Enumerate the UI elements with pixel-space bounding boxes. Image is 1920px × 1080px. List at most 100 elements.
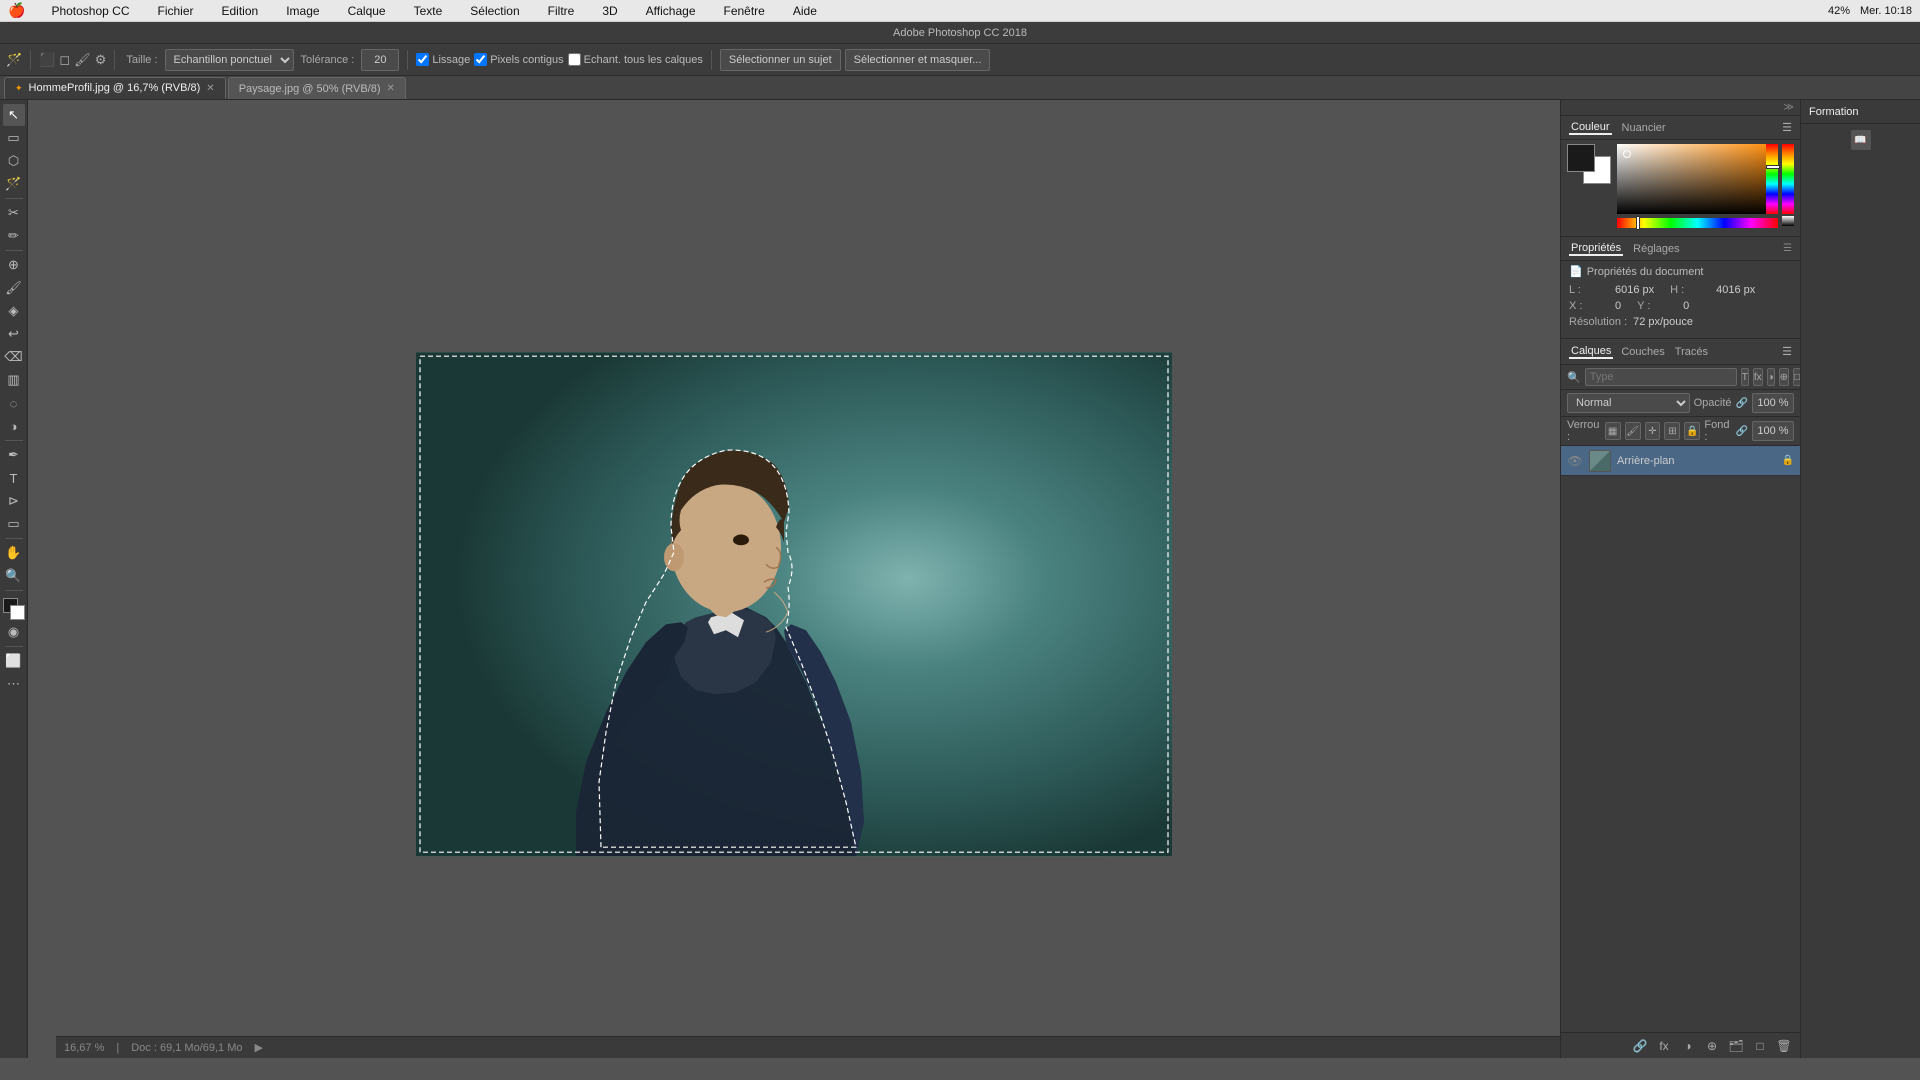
menu-edition[interactable]: Edition	[216, 4, 265, 18]
menu-aide[interactable]: Aide	[787, 4, 823, 18]
document-canvas[interactable]	[416, 352, 1172, 856]
formation-icon-1[interactable]: 📖	[1851, 130, 1871, 150]
foreground-background-colors[interactable]	[3, 598, 25, 620]
lissage-checkbox[interactable]	[416, 53, 429, 66]
lissage-checkbox-label[interactable]: Lissage	[416, 53, 470, 66]
layer-mask-btn[interactable]: ◑	[1678, 1036, 1698, 1056]
select-subject-button[interactable]: Sélectionner un sujet	[720, 49, 841, 71]
canvas-area[interactable]: 16,67 % | Doc : 69,1 Mo/69,1 Mo ▶	[28, 100, 1560, 1058]
tab-nuancier[interactable]: Nuancier	[1620, 122, 1668, 134]
echant-calques-checkbox[interactable]	[568, 53, 581, 66]
lock-pixels-btn[interactable]: 🖌	[1625, 422, 1641, 440]
layer-filter-adj-btn[interactable]: ◑	[1767, 368, 1775, 386]
menu-calque[interactable]: Calque	[342, 4, 392, 18]
zoom-tool[interactable]: 🔍	[3, 565, 25, 587]
tab-proprietes[interactable]: Propriétés	[1569, 242, 1623, 256]
menu-texte[interactable]: Texte	[408, 4, 449, 18]
color-gradient[interactable]	[1617, 144, 1778, 214]
tab-paysage[interactable]: Paysage.jpg @ 50% (RVB/8) ✕	[228, 77, 406, 99]
tab-close-paysage[interactable]: ✕	[387, 83, 395, 94]
heal-tool[interactable]: ⊕	[3, 254, 25, 276]
gradient-tool[interactable]: ▥	[3, 369, 25, 391]
history-brush-tool[interactable]: ↩	[3, 323, 25, 345]
tab-couches[interactable]: Couches	[1619, 346, 1666, 358]
echant-calques-label[interactable]: Echant. tous les calques	[568, 53, 703, 66]
crop-tool[interactable]: ✂	[3, 202, 25, 224]
color-panel-options[interactable]: ☰	[1782, 121, 1792, 134]
layer-visibility-toggle[interactable]: 👁	[1567, 454, 1583, 468]
dodge-tool[interactable]: ◑	[3, 415, 25, 437]
menu-fichier[interactable]: Fichier	[151, 4, 199, 18]
menu-image[interactable]: Image	[280, 4, 325, 18]
background-color[interactable]	[10, 605, 25, 620]
lock-artboard-btn[interactable]: ⊞	[1664, 422, 1680, 440]
type-tool[interactable]: T	[3, 467, 25, 489]
eyedropper-tool[interactable]: ✏	[3, 225, 25, 247]
spectrum-strip[interactable]	[1782, 144, 1794, 214]
tab-reglages[interactable]: Réglages	[1631, 243, 1681, 255]
tab-traces[interactable]: Tracés	[1673, 346, 1710, 358]
properties-options[interactable]: ☰	[1783, 243, 1792, 254]
layer-item-arriere-plan[interactable]: 👁 Arrière-plan 🔒	[1561, 446, 1800, 476]
menu-selection[interactable]: Sélection	[464, 4, 525, 18]
tab-homme-profil[interactable]: ✦ HommeProfil.jpg @ 16,7% (RVB/8) ✕	[4, 77, 226, 99]
color-panel-body	[1561, 140, 1800, 236]
layer-filter-fx-btn[interactable]: fx	[1753, 368, 1763, 386]
layer-fx-btn[interactable]: fx	[1654, 1036, 1674, 1056]
apple-menu[interactable]: 🍎	[8, 2, 25, 19]
tolerance-input[interactable]	[361, 49, 399, 71]
layer-search-input[interactable]	[1585, 368, 1737, 386]
lock-transparent-btn[interactable]: ▦	[1605, 422, 1621, 440]
layer-link-btn[interactable]: 🔗	[1630, 1036, 1650, 1056]
tab-modified-indicator: ✦	[15, 83, 23, 94]
screen-mode-tool[interactable]: ⬜	[3, 650, 25, 672]
mac-status-bar: 42% Mer. 10:18	[1828, 5, 1912, 17]
hand-tool[interactable]: ✋	[3, 542, 25, 564]
eraser-tool[interactable]: ⌫	[3, 346, 25, 368]
move-tool[interactable]: ↖	[3, 104, 25, 126]
extra-tools[interactable]: ⋯	[3, 673, 25, 695]
select-mask-button[interactable]: Sélectionner et masquer...	[845, 49, 991, 71]
panel-collapse-button[interactable]: ≫	[1784, 102, 1794, 113]
layer-new-btn[interactable]: □	[1750, 1036, 1770, 1056]
layer-bottom-toolbar: 🔗 fx ◑ ⊕ 🗂 □ 🗑	[1561, 1032, 1800, 1058]
tab-couleur[interactable]: Couleur	[1569, 121, 1612, 135]
layer-delete-btn[interactable]: 🗑	[1774, 1036, 1794, 1056]
lock-position-btn[interactable]: ✛	[1645, 422, 1661, 440]
saturation-bar[interactable]	[1766, 144, 1778, 214]
hue-bar[interactable]	[1617, 218, 1778, 228]
quick-mask-tool[interactable]: ◉	[3, 621, 25, 643]
layers-panel-options[interactable]: ☰	[1782, 345, 1792, 358]
blend-mode-select[interactable]: Normal	[1567, 393, 1690, 413]
opacity-input[interactable]	[1752, 393, 1794, 413]
tab-close-homme[interactable]: ✕	[206, 83, 214, 94]
wand-tool[interactable]: 🪄	[3, 173, 25, 195]
menu-photoshop[interactable]: Photoshop CC	[45, 4, 135, 18]
brush-tool[interactable]: 🖌	[3, 277, 25, 299]
layer-filter-smart-btn[interactable]: ⊕	[1779, 368, 1789, 386]
blur-tool[interactable]: ◌	[3, 392, 25, 414]
status-separator: |	[116, 1042, 119, 1054]
layer-group-btn[interactable]: 🗂	[1726, 1036, 1746, 1056]
taille-select[interactable]: Echantillon ponctuel	[165, 49, 294, 71]
layer-filter-type-btn[interactable]: T	[1741, 368, 1749, 386]
tab-calques[interactable]: Calques	[1569, 345, 1613, 359]
fill-input[interactable]	[1752, 421, 1794, 441]
pixels-contigus-checkbox[interactable]	[474, 53, 487, 66]
layer-adjustment-btn[interactable]: ⊕	[1702, 1036, 1722, 1056]
path-select-tool[interactable]: ⊳	[3, 490, 25, 512]
menu-3d[interactable]: 3D	[596, 4, 623, 18]
pen-tool[interactable]: ✒	[3, 444, 25, 466]
select-rect-tool[interactable]: ▭	[3, 127, 25, 149]
pixels-contigus-label[interactable]: Pixels contigus	[474, 53, 563, 66]
lasso-tool[interactable]: ⬡	[3, 150, 25, 172]
brightness-strip[interactable]	[1782, 216, 1794, 226]
foreground-color-swatch[interactable]	[1567, 144, 1595, 172]
clone-tool[interactable]: ◈	[3, 300, 25, 322]
menu-affichage[interactable]: Affichage	[640, 4, 702, 18]
layer-filter-sel-btn[interactable]: □	[1793, 368, 1800, 386]
menu-fenetre[interactable]: Fenêtre	[718, 4, 771, 18]
lock-all-btn[interactable]: 🔒	[1684, 422, 1700, 440]
shape-tool[interactable]: ▭	[3, 513, 25, 535]
menu-filtre[interactable]: Filtre	[542, 4, 581, 18]
